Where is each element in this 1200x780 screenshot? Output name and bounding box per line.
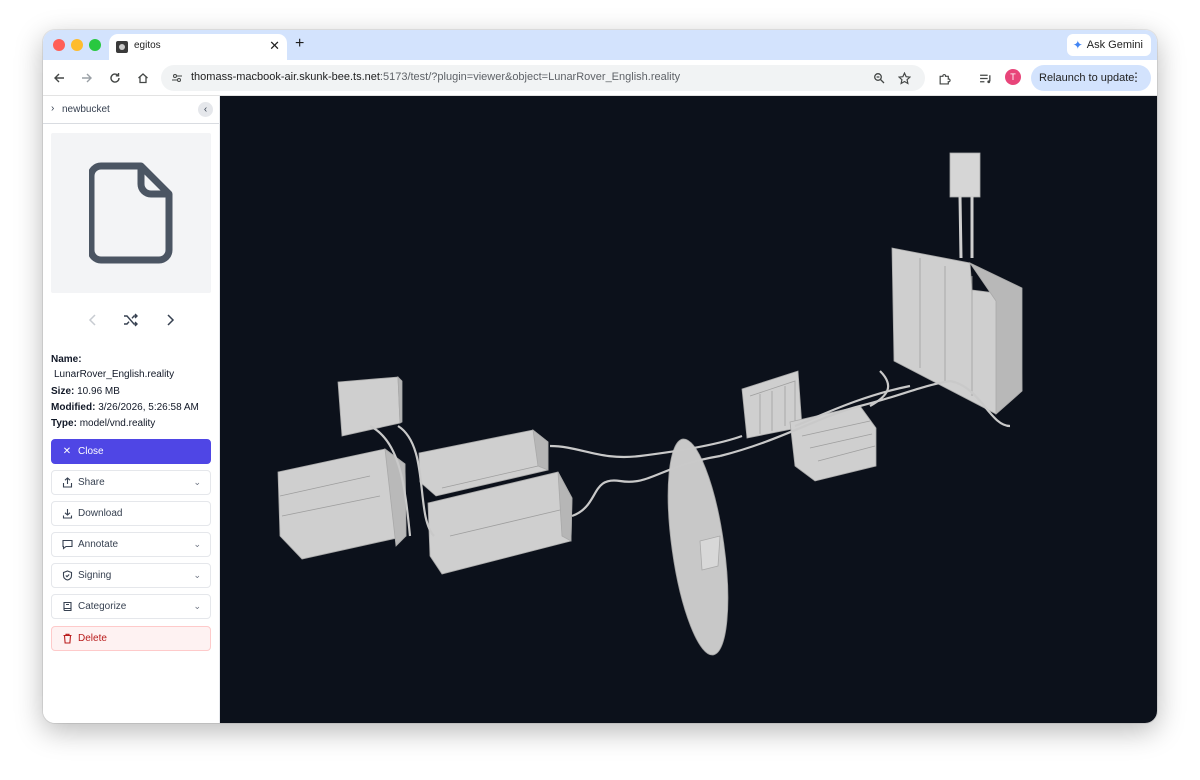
- chevron-down-icon: ⌄: [193, 601, 201, 611]
- address-bar[interactable]: thomass-macbook-air.skunk-bee.ts.net:517…: [161, 65, 925, 91]
- favicon-icon: [116, 41, 128, 53]
- tab-strip: egitos ✕ + ✦ Ask Gemini: [43, 30, 1157, 60]
- file-preview: [51, 133, 211, 293]
- extensions-icon[interactable]: [934, 68, 954, 88]
- breadcrumb-bucket[interactable]: newbucket: [62, 104, 110, 115]
- url-text: thomass-macbook-air.skunk-bee.ts.net:517…: [191, 71, 681, 83]
- name-value: LunarRover_English.reality: [54, 369, 175, 380]
- chevron-down-icon: ⌄: [193, 539, 201, 549]
- new-tab-button[interactable]: +: [295, 34, 304, 54]
- arrow-right-icon: [82, 73, 92, 83]
- minimize-window-button[interactable]: [71, 39, 83, 51]
- shield-check-icon: [61, 570, 73, 581]
- site-settings-icon[interactable]: [169, 70, 185, 86]
- chevron-right-icon[interactable]: ›: [51, 103, 54, 114]
- next-file-button[interactable]: [160, 310, 180, 330]
- file-icon: [89, 162, 173, 264]
- type-value: model/vnd.reality: [79, 418, 156, 429]
- download-icon: [61, 508, 73, 519]
- relaunch-update-button[interactable]: Relaunch to update ⋮: [1031, 65, 1151, 91]
- share-icon: [61, 477, 73, 488]
- zoom-window-button[interactable]: [89, 39, 101, 51]
- categorize-button[interactable]: Categorize ⌄: [51, 594, 211, 619]
- size-row: Size: 10.96 MB: [51, 386, 120, 397]
- download-button[interactable]: Download: [51, 501, 211, 526]
- chevron-left-icon: [88, 314, 96, 326]
- tab-title: egitos: [134, 40, 161, 51]
- shuffle-button[interactable]: [121, 310, 141, 330]
- zoom-icon[interactable]: [871, 70, 887, 86]
- media-controls-icon[interactable]: [975, 68, 995, 88]
- browser-toolbar: thomass-macbook-air.skunk-bee.ts.net:517…: [43, 60, 1157, 96]
- chevron-down-icon: ⌄: [193, 570, 201, 580]
- profile-avatar[interactable]: T: [1005, 69, 1021, 85]
- modified-value: 3/26/2026, 5:26:58 AM: [98, 402, 199, 413]
- lunar-rover-model: [277, 152, 1023, 656]
- tab-egitos[interactable]: egitos ✕: [109, 34, 287, 60]
- book-icon: [61, 601, 73, 612]
- type-row: Type: model/vnd.reality: [51, 418, 156, 429]
- signing-button[interactable]: Signing ⌄: [51, 563, 211, 588]
- name-label: Name:: [51, 354, 82, 365]
- home-button[interactable]: [133, 68, 153, 88]
- shuffle-icon: [124, 313, 138, 327]
- home-icon: [138, 73, 148, 84]
- trash-icon: [61, 633, 73, 644]
- close-window-button[interactable]: [53, 39, 65, 51]
- reload-button[interactable]: [105, 68, 125, 88]
- tab-close-button[interactable]: ✕: [269, 37, 280, 55]
- close-button[interactable]: ✕ Close: [51, 439, 211, 464]
- chevron-right-icon: [167, 314, 175, 326]
- share-button[interactable]: Share ⌄: [51, 470, 211, 495]
- delete-button[interactable]: Delete: [51, 626, 211, 651]
- modified-row: Modified: 3/26/2026, 5:26:58 AM: [51, 402, 199, 413]
- file-sidebar: › newbucket ‹ Name: LunarRover_English.r…: [43, 96, 220, 723]
- size-value: 10.96 MB: [77, 386, 120, 397]
- breadcrumb: › newbucket ‹: [43, 96, 219, 124]
- back-button[interactable]: [49, 68, 69, 88]
- ask-gemini-button[interactable]: ✦ Ask Gemini: [1066, 34, 1151, 56]
- x-icon: ✕: [62, 446, 72, 457]
- collapse-sidebar-button[interactable]: ‹: [198, 102, 213, 117]
- annotate-button[interactable]: Annotate ⌄: [51, 532, 211, 557]
- browser-window: egitos ✕ + ✦ Ask Gemini thomass-macbook-…: [43, 30, 1157, 723]
- chevron-down-icon: ⌄: [193, 477, 201, 487]
- previous-file-button[interactable]: [83, 310, 103, 330]
- bookmark-star-icon[interactable]: [896, 70, 912, 86]
- 3d-model-viewer[interactable]: [220, 96, 1157, 723]
- ask-gemini-label: Ask Gemini: [1086, 39, 1143, 51]
- relaunch-label: Relaunch to update: [1039, 72, 1135, 84]
- comment-icon: [61, 539, 73, 550]
- gemini-sparkle-icon: ✦: [1072, 38, 1083, 52]
- more-menu-icon[interactable]: ⋮: [1130, 70, 1142, 84]
- arrow-left-icon: [54, 73, 64, 83]
- reload-icon: [110, 73, 120, 83]
- forward-button[interactable]: [77, 68, 97, 88]
